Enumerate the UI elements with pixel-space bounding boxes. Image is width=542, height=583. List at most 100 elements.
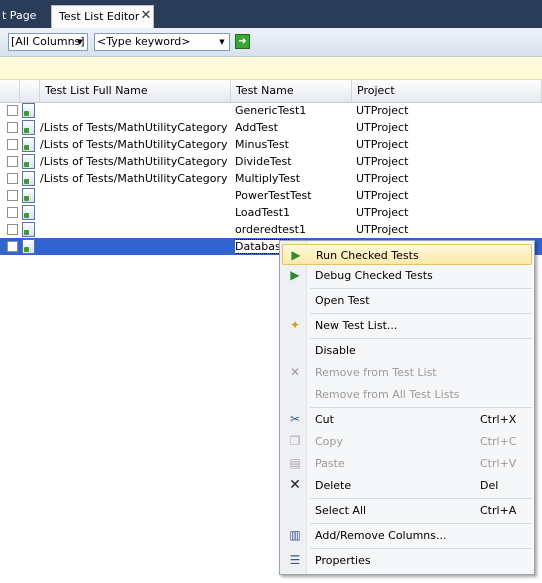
cell-test-name-text: AddTest — [235, 121, 278, 134]
menu-separator — [310, 498, 532, 499]
columns-icon: ▥ — [289, 528, 301, 542]
cell-test-name: GenericTest1 — [235, 102, 350, 119]
new-test-list-icon: ✦ — [289, 318, 301, 332]
row-checkbox[interactable] — [7, 139, 18, 150]
row-checkbox[interactable] — [7, 173, 18, 184]
header-full-name[interactable]: Test List Full Name — [40, 80, 231, 102]
row-checkbox[interactable] — [7, 105, 18, 116]
table-row[interactable]: PowerTestTest UTProject — [0, 187, 542, 204]
close-tab-icon[interactable]: ✕ — [139, 9, 153, 23]
header-project[interactable]: Project — [352, 80, 542, 102]
remove-icon: ✕ — [289, 365, 301, 379]
tab-test-list-editor[interactable]: Test List Editor ✕ — [51, 5, 154, 28]
menu-item-cut[interactable]: ✂ Cut Ctrl+X — [282, 409, 532, 430]
header-test-name[interactable]: Test Name — [231, 80, 352, 102]
debug-tests-icon: ▶ — [290, 268, 300, 282]
menu-item-debug-checked-tests[interactable]: ▶ Debug Checked Tests — [282, 265, 532, 286]
filter-toolbar: [All Columns] ▼ <Type keyword> ▼ ➜ — [0, 28, 542, 57]
menu-item-copy: ❐ Copy Ctrl+C — [282, 431, 532, 452]
menu-item-add-remove-columns[interactable]: ▥ Add/Remove Columns... — [282, 525, 532, 546]
menu-item-disable[interactable]: Disable — [282, 340, 532, 361]
menu-separator — [310, 313, 532, 314]
table-row[interactable]: /Lists of Tests/MathUtilityCategory Minus… — [0, 136, 542, 153]
menu-label: Paste — [315, 457, 345, 470]
menu-item-open-test[interactable]: Open Test — [282, 290, 532, 311]
cell-test-name-text: PowerTestTest — [235, 189, 312, 202]
cell-project: UTProject — [356, 223, 409, 236]
menu-shortcut: Ctrl+C — [480, 435, 517, 448]
table-row[interactable]: orderedtest1 UTProject — [0, 221, 542, 238]
row-checkbox[interactable]: ✔ — [7, 241, 18, 252]
columns-filter-dropdown[interactable]: [All Columns] ▼ — [8, 33, 88, 51]
cell-test-name: LoadTest1 — [235, 204, 350, 221]
keyword-search-input[interactable]: <Type keyword> ▼ — [94, 33, 230, 51]
menu-label: Add/Remove Columns... — [315, 529, 447, 542]
menu-shortcut: Ctrl+X — [480, 413, 517, 426]
table-row[interactable]: LoadTest1 UTProject — [0, 204, 542, 221]
table-row[interactable]: GenericTest1 UTProject — [0, 102, 542, 119]
table-row[interactable]: /Lists of Tests/MathUtilityCategory Divid… — [0, 153, 542, 170]
test-file-icon — [22, 154, 35, 169]
header-checkbox-column[interactable] — [0, 80, 20, 102]
copy-icon: ❐ — [289, 434, 301, 448]
cell-test-name-text: MinusTest — [235, 138, 289, 151]
cell-project: UTProject — [356, 104, 409, 117]
cell-test-name-text: LoadTest1 — [235, 206, 291, 219]
header-icon-column[interactable] — [20, 80, 40, 102]
cell-test-name: orderedtest1 — [235, 221, 350, 238]
cell-project: UTProject — [356, 121, 409, 134]
menu-label: Remove from All Test Lists — [315, 388, 460, 401]
menu-shortcut: Del — [480, 479, 499, 492]
menu-separator — [310, 338, 532, 339]
test-file-icon — [22, 171, 35, 186]
info-bar — [0, 57, 542, 80]
row-checkbox[interactable] — [7, 224, 18, 235]
menu-item-properties[interactable]: ☰ Properties — [282, 550, 532, 571]
properties-icon: ☰ — [289, 553, 301, 567]
tab-test-list-editor-label: Test List Editor — [59, 10, 140, 23]
grid-header: Test List Full Name Test Name Project — [0, 80, 542, 103]
menu-label: Delete — [315, 479, 352, 492]
cell-full-name — [40, 238, 230, 255]
menu-shortcut: Ctrl+A — [480, 504, 517, 517]
table-row[interactable]: /Lists of Tests/MathUtilityCategory Multi… — [0, 170, 542, 187]
test-file-icon — [22, 205, 35, 220]
tab-start-page[interactable]: t Page — [0, 5, 50, 28]
apply-filter-button[interactable]: ➜ — [235, 34, 250, 49]
menu-separator — [310, 523, 532, 524]
cell-test-name-text: orderedtest1 — [235, 223, 306, 236]
table-row[interactable]: /Lists of Tests/MathUtilityCategory AddTe… — [0, 119, 542, 136]
menu-label: Remove from Test List — [315, 366, 437, 379]
menu-item-select-all[interactable]: Select All Ctrl+A — [282, 500, 532, 521]
cell-full-name — [40, 204, 230, 221]
document-tab-strip: t Page Test List Editor ✕ — [0, 0, 542, 28]
keyword-search-placeholder: <Type keyword> — [97, 35, 191, 48]
row-checkbox[interactable] — [7, 207, 18, 218]
menu-item-remove-from-all-test-lists: Remove from All Test Lists — [282, 384, 532, 405]
menu-separator — [310, 288, 532, 289]
test-file-icon — [22, 222, 35, 237]
cell-full-name: /Lists of Tests/MathUtilityCategory — [40, 155, 228, 168]
test-file-icon — [22, 239, 35, 254]
menu-item-delete[interactable]: ✕ Delete Del — [282, 475, 532, 496]
menu-label: Disable — [315, 344, 356, 357]
cell-test-name-text: MultiplyTest — [235, 172, 301, 185]
row-checkbox[interactable] — [7, 190, 18, 201]
menu-item-new-test-list[interactable]: ✦ New Test List... — [282, 315, 532, 336]
cell-full-name — [40, 221, 230, 238]
cell-full-name: /Lists of Tests/MathUtilityCategory — [40, 121, 228, 134]
cell-project: UTProject — [356, 138, 409, 151]
cell-full-name — [40, 187, 230, 204]
row-checkbox[interactable] — [7, 122, 18, 133]
cell-test-name: MultiplyTest — [235, 170, 350, 187]
paste-icon: ▤ — [289, 456, 301, 470]
context-menu: ▶ Run Checked Tests ▶ Debug Checked Test… — [279, 240, 535, 575]
menu-shortcut: Ctrl+V — [480, 457, 517, 470]
row-checkbox[interactable] — [7, 156, 18, 167]
menu-item-run-checked-tests[interactable]: ▶ Run Checked Tests — [282, 244, 532, 265]
chevron-down-icon: ▼ — [219, 38, 225, 46]
cell-project: UTProject — [356, 155, 409, 168]
cell-full-name: /Lists of Tests/MathUtilityCategory — [40, 172, 228, 185]
run-tests-icon: ▶ — [291, 248, 301, 262]
test-file-icon — [22, 137, 35, 152]
